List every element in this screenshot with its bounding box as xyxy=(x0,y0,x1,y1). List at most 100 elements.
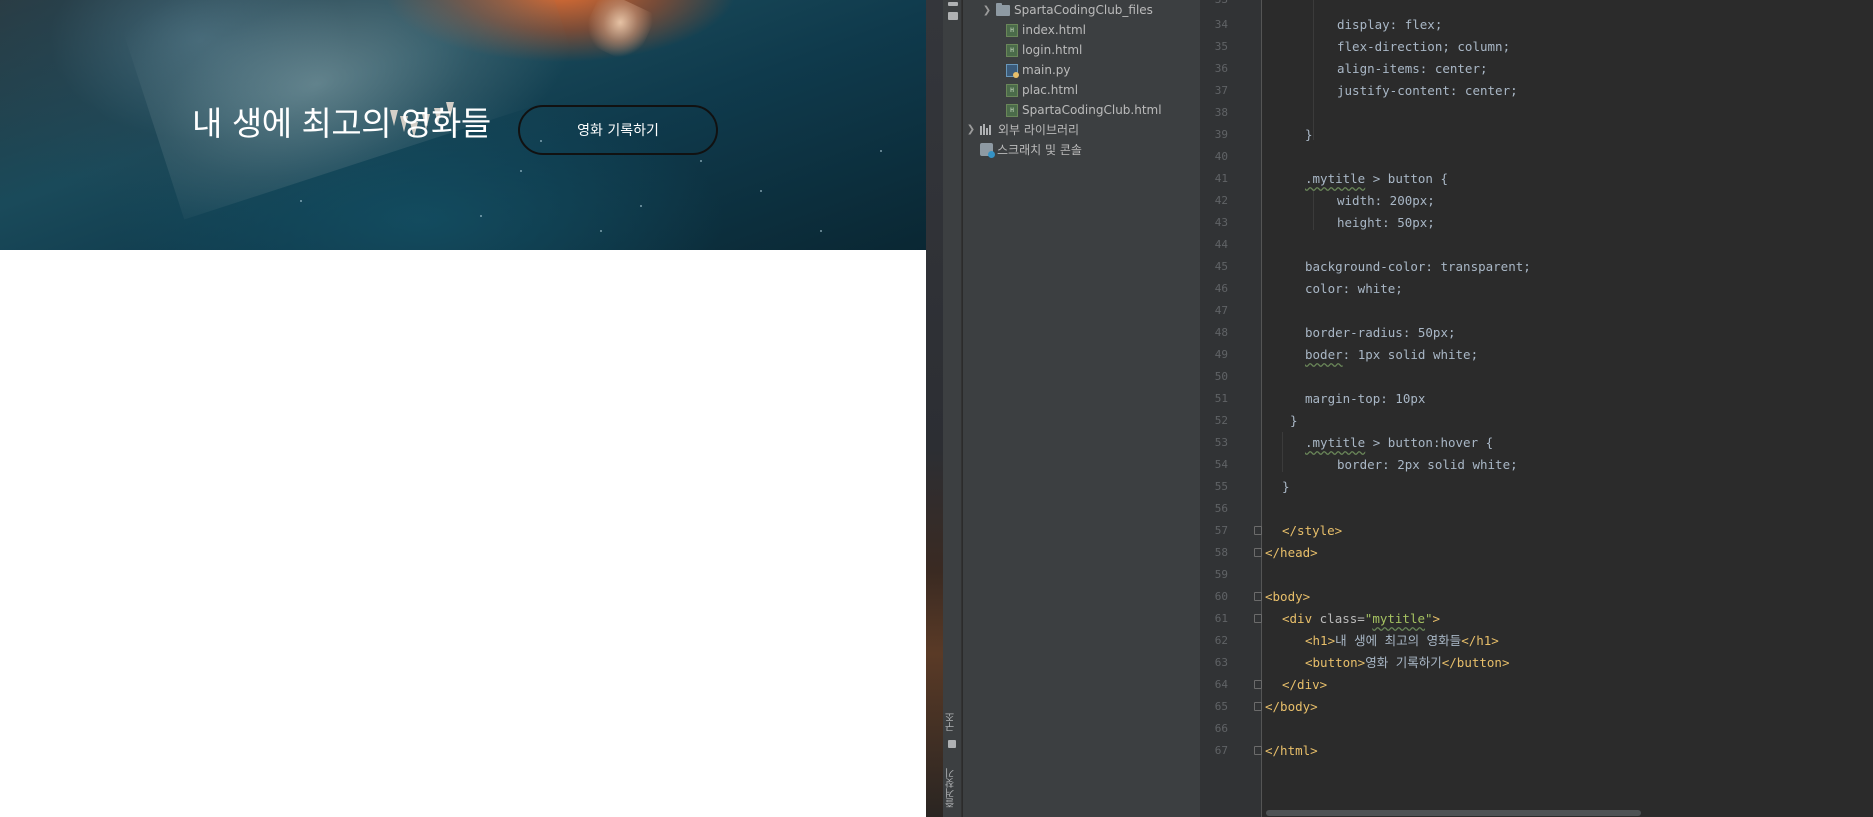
tree-item-label: index.html xyxy=(1022,23,1086,37)
line-number: 51 xyxy=(1214,392,1228,405)
project-tool-icon[interactable] xyxy=(948,2,958,6)
fold-marker[interactable] xyxy=(1254,548,1262,557)
line-number: 38 xyxy=(1214,106,1228,119)
tree-item-label: login.html xyxy=(1022,43,1083,57)
horizontal-scrollbar[interactable] xyxy=(1266,810,1641,816)
code-line: justify-content: center; xyxy=(1337,83,1518,98)
line-number: 52 xyxy=(1214,414,1228,427)
tree-item-scratches[interactable]: 스크래치 및 콘솔 xyxy=(980,140,1082,158)
code-line: border: 2px solid white; xyxy=(1337,457,1518,472)
code-line: </style> xyxy=(1282,523,1343,538)
desktop-background-strip xyxy=(926,0,943,817)
tree-item-file[interactable]: H index.html xyxy=(1006,21,1086,39)
code-line: </html> xyxy=(1265,743,1318,758)
line-number: 36 xyxy=(1214,62,1228,75)
tree-item-label: 외부 라이브러리 xyxy=(998,122,1080,137)
code-line: .mytitle > button { xyxy=(1305,171,1449,186)
code-line: background-color: transparent; xyxy=(1305,259,1531,274)
code-line: color: white; xyxy=(1305,281,1403,296)
tree-item-file[interactable]: H plac.html xyxy=(1006,81,1078,99)
code-line: width: 200px; xyxy=(1337,193,1435,208)
line-number: 59 xyxy=(1214,568,1228,581)
line-number: 54 xyxy=(1214,458,1228,471)
ide-window: 구조 즐겨찾기 ❯ SpartaCodingClub_files H index… xyxy=(926,0,1873,817)
hero-banner-image: 내 생에 최고의 영화들 영화 기록하기 xyxy=(0,0,926,250)
line-number: 58 xyxy=(1214,546,1228,559)
fold-marker[interactable] xyxy=(1254,592,1262,601)
html-file-icon: H xyxy=(1006,23,1018,37)
line-number: 35 xyxy=(1214,40,1228,53)
scratch-console-icon xyxy=(980,142,995,158)
code-line: border-radius: 50px; xyxy=(1305,325,1456,340)
line-number: 43 xyxy=(1214,216,1228,229)
line-number: 62 xyxy=(1214,634,1228,647)
fold-marker[interactable] xyxy=(1254,702,1262,711)
code-line: </head> xyxy=(1265,545,1318,560)
line-number: 44 xyxy=(1214,238,1228,251)
code-line: <div class="mytitle"> xyxy=(1282,611,1441,626)
line-number: 65 xyxy=(1214,700,1228,713)
python-file-icon xyxy=(1006,63,1019,78)
browser-preview: 내 생에 최고의 영화들 영화 기록하기 xyxy=(0,0,926,817)
code-line: align-items: center; xyxy=(1337,61,1488,76)
tree-item-file[interactable]: H SpartaCodingClub.html xyxy=(1006,101,1162,119)
line-number: 63 xyxy=(1214,656,1228,669)
structure-icon xyxy=(948,740,956,748)
tree-item-folder[interactable]: ❯ SpartaCodingClub_files xyxy=(982,1,1153,19)
line-number: 55 xyxy=(1214,480,1228,493)
html-file-icon: H xyxy=(1006,103,1018,117)
folder-icon xyxy=(996,2,1010,16)
line-number: 48 xyxy=(1214,326,1228,339)
line-number: 60 xyxy=(1214,590,1228,603)
tree-item-file[interactable]: main.py xyxy=(1006,61,1071,79)
code-line: } xyxy=(1290,413,1298,428)
tree-item-label: main.py xyxy=(1022,63,1071,77)
line-number: 40 xyxy=(1214,150,1228,163)
chevron-right-icon[interactable]: ❯ xyxy=(966,124,976,135)
code-line: <body> xyxy=(1265,589,1311,604)
folder-tool-icon[interactable] xyxy=(948,12,958,20)
tree-item-label: SpartaCodingClub.html xyxy=(1022,103,1162,117)
chevron-right-icon[interactable]: ❯ xyxy=(982,5,992,16)
page-title: 내 생에 최고의 영화들 xyxy=(192,104,491,143)
code-editor[interactable]: 33 34 35 36 37 38 39 40 41 42 43 44 45 4… xyxy=(1200,0,1873,817)
fold-marker[interactable] xyxy=(1254,614,1262,623)
code-line: flex-direction; column; xyxy=(1337,39,1511,54)
code-line: } xyxy=(1282,479,1290,494)
line-number: 67 xyxy=(1214,744,1228,757)
line-number: 64 xyxy=(1214,678,1228,691)
tree-item-label: SpartaCodingClub_files xyxy=(1014,3,1153,17)
structure-tool-tab[interactable]: 구조 xyxy=(944,712,959,732)
code-line: </body> xyxy=(1265,699,1318,714)
code-line: height: 50px; xyxy=(1337,215,1435,230)
line-number: 37 xyxy=(1214,84,1228,97)
line-number: 45 xyxy=(1214,260,1228,273)
project-panel: ❯ SpartaCodingClub_files H index.html H … xyxy=(963,0,1200,817)
code-line: <h1>내 생에 최고의 영화들</h1> xyxy=(1305,633,1499,648)
tree-item-label: 스크래치 및 콘솔 xyxy=(997,142,1082,157)
line-number: 46 xyxy=(1214,282,1228,295)
code-line: display: flex; xyxy=(1337,17,1443,32)
code-line: margin-top: 10px xyxy=(1305,391,1426,406)
fold-marker[interactable] xyxy=(1254,526,1262,535)
line-number: 61 xyxy=(1214,612,1228,625)
line-number-gutter: 33 34 35 36 37 38 39 40 41 42 43 44 45 4… xyxy=(1200,0,1262,817)
line-number: 53 xyxy=(1214,436,1228,449)
tree-item-external-libraries[interactable]: ❯ 외부 라이브러리 xyxy=(966,120,1079,138)
fold-marker[interactable] xyxy=(1254,746,1262,755)
tool-window-strip: 구조 즐겨찾기 xyxy=(943,0,962,817)
swimmer-illustration xyxy=(579,0,657,66)
fold-marker[interactable] xyxy=(1254,680,1262,689)
favorites-tool-tab[interactable]: 즐겨찾기 xyxy=(944,768,959,808)
line-number: 50 xyxy=(1214,370,1228,383)
line-number: 57 xyxy=(1214,524,1228,537)
line-number: 34 xyxy=(1214,18,1228,31)
html-file-icon: H xyxy=(1006,83,1018,97)
code-line: boder: 1px solid white; xyxy=(1305,347,1479,362)
line-number: 41 xyxy=(1214,172,1228,185)
tree-item-file[interactable]: H login.html xyxy=(1006,41,1082,59)
line-number: 33 xyxy=(1200,0,1228,11)
record-movie-button[interactable]: 영화 기록하기 xyxy=(518,105,718,155)
line-number: 39 xyxy=(1214,128,1228,141)
code-line: </div> xyxy=(1282,677,1328,692)
